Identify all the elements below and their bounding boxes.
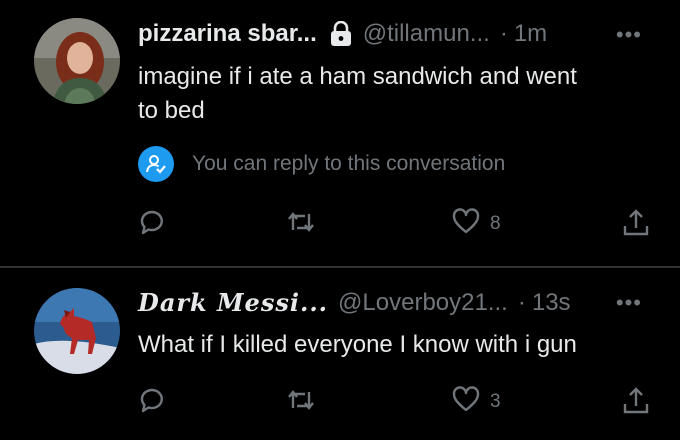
tweet-text-line: imagine if i ate a ham sandwich and went [138, 63, 577, 90]
tweet-header: Dark Messi... @Loverboy21... · 13s [138, 288, 571, 317]
retweet-button[interactable] [286, 386, 316, 419]
more-options-icon[interactable]: ••• [616, 22, 642, 48]
like-icon [452, 386, 480, 417]
like-button[interactable]: 3 [452, 386, 501, 417]
retweet-icon [286, 386, 316, 419]
share-button[interactable] [622, 386, 650, 421]
lock-icon [329, 21, 353, 47]
separator-dot: · [499, 20, 508, 47]
reply-button[interactable] [138, 386, 166, 419]
timestamp[interactable]: 13s [532, 289, 571, 317]
separator-dot: · [517, 288, 526, 316]
tweet-header: pizzarina sbar... @tillamun... · 1m [138, 20, 547, 48]
more-options-icon[interactable]: ••• [616, 290, 642, 316]
tweet-actions: 3 [138, 386, 658, 426]
retweet-icon [286, 208, 316, 241]
avatar[interactable] [34, 288, 120, 374]
reply-permission-text: You can reply to this conversation [192, 152, 506, 175]
tweet-text-line: to bed [138, 97, 205, 124]
avatar[interactable] [34, 18, 120, 104]
tweet-actions: 8 [138, 208, 658, 248]
display-name[interactable]: pizzarina sbar... [138, 20, 317, 48]
tweet-text-line: What if I killed everyone I know with i … [138, 331, 577, 358]
tweet-text: What if I killed everyone I know with i … [138, 328, 658, 362]
user-handle[interactable]: @tillamun... [363, 20, 490, 48]
tweet-1[interactable]: pizzarina sbar... @tillamun... · 1m ••• … [0, 0, 680, 266]
like-icon [452, 208, 480, 239]
like-count: 8 [490, 212, 501, 234]
reply-icon [138, 208, 166, 241]
like-count: 3 [490, 390, 501, 412]
tweet-text: imagine if i ate a ham sandwich and went… [138, 60, 658, 128]
reply-permission-icon [138, 146, 174, 182]
display-name[interactable]: Dark Messi... [138, 288, 328, 317]
reply-icon [138, 386, 166, 419]
reply-permission-notice: You can reply to this conversation [138, 146, 505, 182]
retweet-button[interactable] [286, 208, 316, 241]
share-icon [622, 208, 650, 243]
user-handle[interactable]: @Loverboy21... [338, 289, 508, 317]
share-button[interactable] [622, 208, 650, 243]
timestamp[interactable]: 1m [514, 20, 547, 48]
like-button[interactable]: 8 [452, 208, 501, 239]
reply-button[interactable] [138, 208, 166, 241]
tweet-2[interactable]: Dark Messi... @Loverboy21... · 13s ••• W… [0, 268, 680, 440]
share-icon [622, 386, 650, 421]
